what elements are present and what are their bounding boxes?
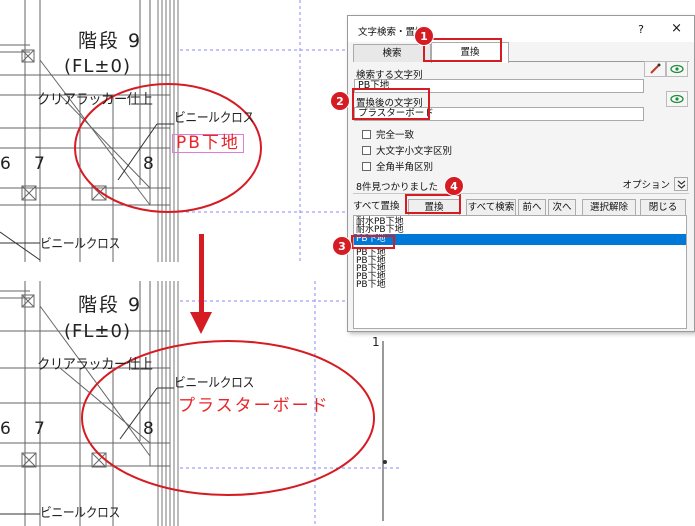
- search-replace-dialog: 文字検索・置換 ? × 検索 置換 検索する文字列 PB下地 置換後の文字列 プ…: [347, 15, 695, 332]
- option-label: オプション: [622, 180, 670, 191]
- list-item[interactable]: PB下地: [354, 257, 686, 266]
- exact-match-checkbox[interactable]: 完全一致: [362, 127, 414, 141]
- preview-eye-icon-replace[interactable]: [666, 91, 688, 107]
- search-all-button[interactable]: すべて検索: [466, 199, 516, 216]
- case-sensitive-label: 大文字小文字区別: [376, 146, 453, 157]
- exact-match-label: 完全一致: [376, 130, 415, 141]
- tab-bar: 検索 置換: [353, 42, 689, 63]
- vinyl-cross-label: ビニールクロス: [174, 111, 255, 126]
- cad-drawing-before: [0, 0, 400, 262]
- stair-step-number: 6: [0, 419, 11, 439]
- cad-view-before: 階段 9 (FL±0) クリアラッカー仕上 ビニールクロス ビニールクロス PB…: [0, 0, 400, 262]
- replace-tab-highlight: [423, 38, 502, 62]
- list-item[interactable]: PB下地: [354, 265, 686, 274]
- case-sensitive-checkbox[interactable]: 大文字小文字区別: [362, 143, 452, 157]
- new-text-label[interactable]: プラスターボード: [178, 398, 330, 415]
- finish-label: クリアラッカー仕上: [37, 357, 153, 373]
- checkbox-box[interactable]: [362, 129, 371, 139]
- deselect-button[interactable]: 選択解除: [582, 199, 636, 216]
- preview-eye-icon[interactable]: [666, 61, 688, 77]
- results-list[interactable]: 耐水PB下地 耐水PB下地 PB下地 PB下地 PB下地 PB下地 PB下地 P…: [353, 215, 687, 329]
- checkbox-box[interactable]: [362, 145, 371, 155]
- list-item[interactable]: 耐水PB下地: [354, 226, 686, 235]
- stair-label: 階段 9: [78, 294, 143, 316]
- close-button[interactable]: 閉じる: [640, 199, 686, 216]
- vinyl-cross-label-lower: ビニールクロス: [40, 237, 121, 252]
- old-text-label[interactable]: PB下地: [172, 134, 244, 153]
- floor-level-label: (FL±0): [64, 56, 131, 77]
- list-item[interactable]: PB下地: [354, 281, 686, 290]
- snap-point-icon: [383, 460, 387, 464]
- help-button[interactable]: ?: [638, 23, 644, 36]
- callout-4: 4: [444, 176, 464, 196]
- callout-1: 1: [414, 26, 434, 46]
- pick-text-icon[interactable]: [644, 61, 666, 77]
- prev-button[interactable]: 前へ: [518, 199, 546, 216]
- stair-step-number: 8: [143, 419, 154, 439]
- stair-step-number: 6: [0, 154, 11, 174]
- stair-step-number: 7: [34, 154, 45, 174]
- list-item[interactable]: PB下地: [354, 273, 686, 282]
- floor-level-label: (FL±0): [64, 321, 131, 342]
- callout-3: 3: [332, 236, 352, 256]
- selected-result-highlight: [351, 235, 395, 249]
- down-arrow-head: [190, 312, 212, 334]
- status-text: 8件見つかりました: [356, 182, 439, 193]
- next-button[interactable]: 次へ: [548, 199, 576, 216]
- vinyl-cross-label-lower: ビニールクロス: [40, 506, 121, 521]
- replace-button-highlight: [405, 194, 461, 214]
- tab-search[interactable]: 検索: [353, 44, 431, 62]
- dialog-titlebar[interactable]: 文字検索・置換 ? ×: [348, 16, 694, 42]
- vinyl-cross-label: ビニールクロス: [174, 376, 255, 391]
- close-icon[interactable]: ×: [671, 21, 682, 36]
- checkbox-box[interactable]: [362, 161, 371, 171]
- width-sensitive-label: 全角半角区別: [376, 162, 434, 173]
- list-item-selected[interactable]: PB下地: [354, 234, 686, 245]
- chevron-double-down-icon[interactable]: [674, 177, 688, 191]
- down-arrow-icon: [199, 234, 204, 314]
- finish-label: クリアラッカー仕上: [37, 92, 153, 108]
- replace-field-highlight: [352, 88, 430, 120]
- dimension-number: 1: [372, 335, 380, 349]
- stair-step-number: 7: [34, 419, 45, 439]
- stair-label: 階段 9: [78, 30, 143, 52]
- replace-all-button[interactable]: すべて置換: [353, 199, 401, 216]
- list-item[interactable]: PB下地: [354, 249, 686, 258]
- divider: [353, 193, 689, 194]
- width-sensitive-checkbox[interactable]: 全角半角区別: [362, 159, 433, 173]
- option-button[interactable]: オプション: [622, 177, 688, 191]
- callout-2: 2: [330, 91, 350, 111]
- stair-step-number: 8: [143, 154, 154, 174]
